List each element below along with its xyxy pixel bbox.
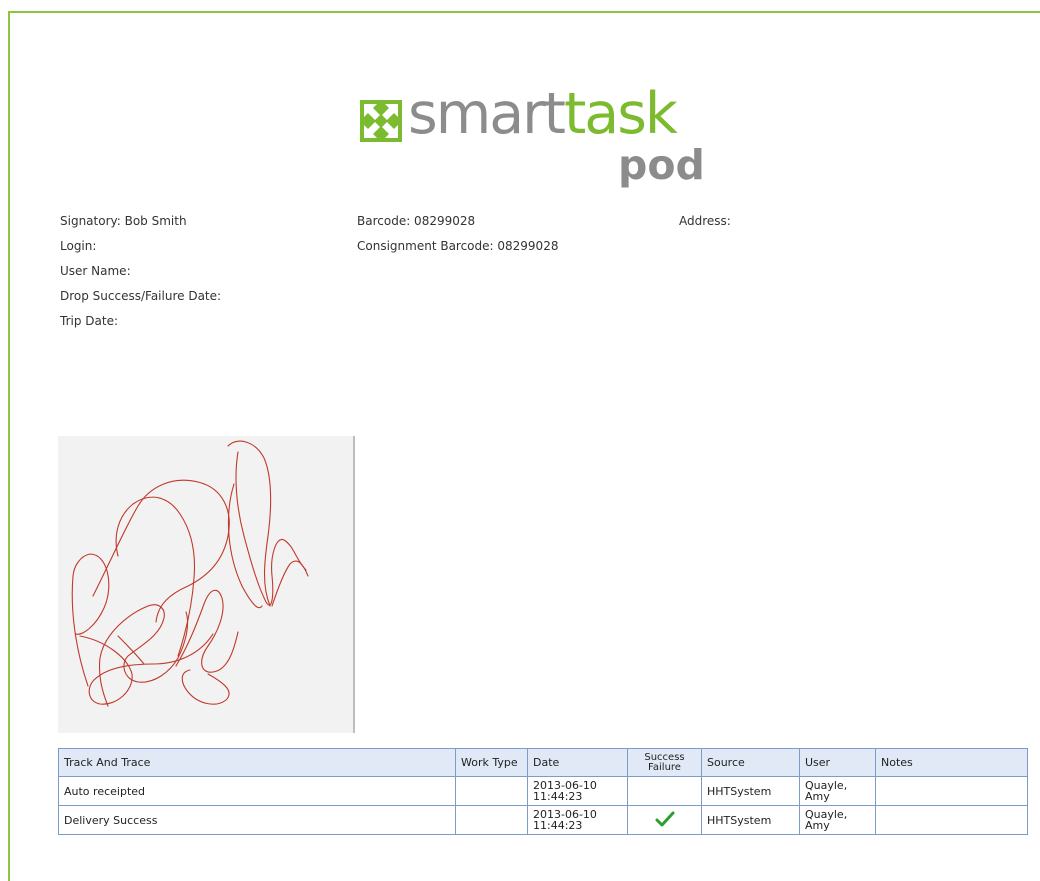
signatory-field: Signatory: Bob Smith — [60, 214, 187, 228]
arrows-cross-icon — [360, 100, 402, 142]
cell-success — [627, 776, 702, 806]
login-field: Login: — [60, 239, 97, 253]
cell-date-time: 11:44:23 — [533, 790, 583, 803]
cell-user-first: Amy — [805, 790, 830, 803]
col-track-and-trace: Track And Trace — [58, 748, 456, 777]
col-user: User — [799, 748, 876, 777]
logo-word-smart: smart — [408, 81, 566, 147]
col-success-failure: Success Failure — [627, 748, 702, 777]
table-header-row: Track And Trace Work Type Date Success F… — [58, 748, 1028, 777]
cell-source: HHTSystem — [701, 805, 800, 835]
col-date: Date — [527, 748, 628, 777]
col-success-line2: Failure — [648, 761, 681, 773]
col-source: Source — [701, 748, 800, 777]
trip-date-field: Trip Date: — [60, 314, 118, 328]
consignment-barcode-field: Consignment Barcode: 08299028 — [357, 239, 559, 253]
cell-work-type — [455, 805, 528, 835]
cell-date: 2013-06-10 11:44:23 — [527, 776, 628, 806]
smarttask-pod-logo: smarttask pod — [358, 86, 718, 198]
cell-user-first: Amy — [805, 819, 830, 832]
user-name-field: User Name: — [60, 264, 131, 278]
signature-box — [58, 436, 355, 733]
cell-success — [627, 805, 702, 835]
drop-date-field: Drop Success/Failure Date: — [60, 289, 222, 303]
cell-user: Quayle, Amy — [799, 776, 876, 806]
logo-word-pod: pod — [618, 141, 705, 189]
cell-date-time: 11:44:23 — [533, 819, 583, 832]
barcode-field: Barcode: 08299028 — [357, 214, 476, 228]
col-work-type: Work Type — [455, 748, 528, 777]
table-row: Auto receipted 2013-06-10 11:44:23 HHTSy… — [58, 776, 1028, 806]
logo-word-task: task — [563, 81, 678, 147]
cell-notes — [875, 805, 1028, 835]
cell-user: Quayle, Amy — [799, 805, 876, 835]
table-row: Delivery Success 2013-06-10 11:44:23 HHT… — [58, 805, 1028, 835]
cell-event: Delivery Success — [58, 805, 456, 835]
signature-image — [71, 440, 309, 707]
address-field: Address: — [679, 214, 731, 228]
check-icon — [655, 811, 674, 826]
cell-event: Auto receipted — [58, 776, 456, 806]
cell-date: 2013-06-10 11:44:23 — [527, 805, 628, 835]
cell-notes — [875, 776, 1028, 806]
cell-work-type — [455, 776, 528, 806]
logo-wordmark: smarttask — [408, 86, 678, 143]
cell-source: HHTSystem — [701, 776, 800, 806]
track-and-trace-table: Track And Trace Work Type Date Success F… — [58, 748, 1028, 835]
col-notes: Notes — [875, 748, 1028, 777]
